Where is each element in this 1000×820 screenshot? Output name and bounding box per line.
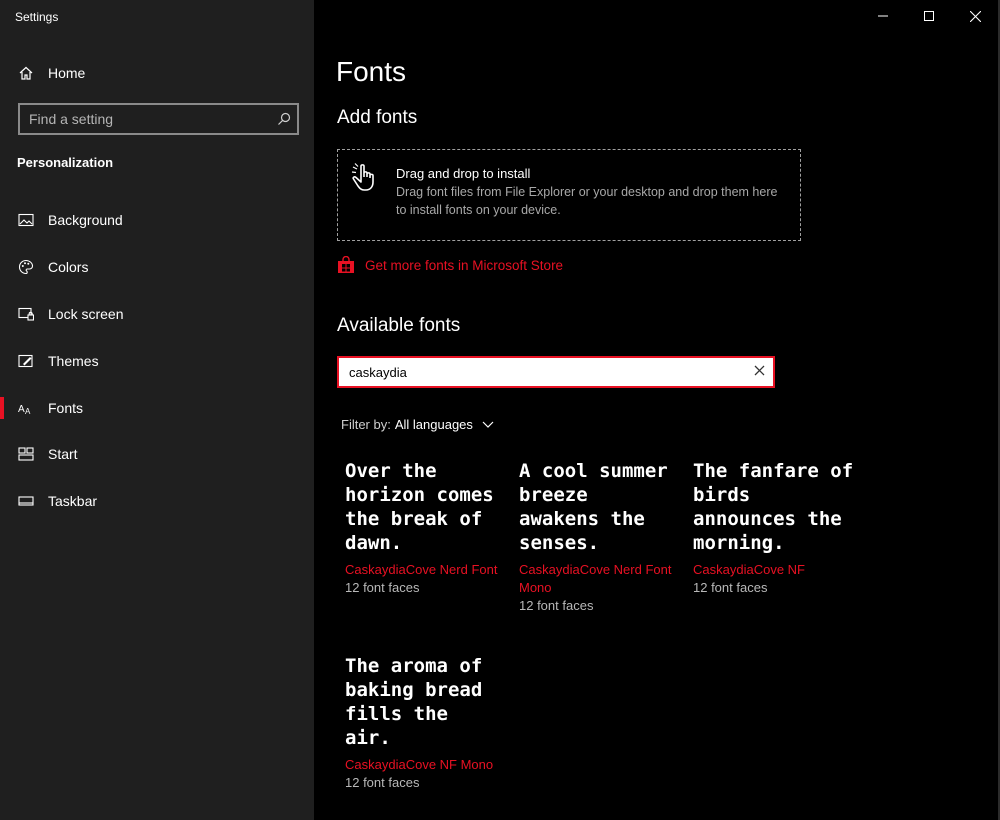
sidebar-item-label: Background: [48, 212, 123, 228]
taskbar-icon: [18, 496, 34, 506]
close-icon: [969, 10, 981, 22]
sidebar-item-start[interactable]: Start: [0, 434, 314, 474]
store-link[interactable]: Get more fonts in Microsoft Store: [337, 256, 563, 274]
sidebar-item-label: Start: [48, 446, 78, 462]
page-title: Fonts: [336, 56, 407, 87]
hand-pointer-icon: [351, 163, 374, 191]
settings-search-box[interactable]: [18, 103, 299, 135]
sidebar-item-background[interactable]: Background: [0, 200, 314, 240]
available-fonts-heading: Available fonts: [337, 315, 461, 336]
font-preview: The aroma of baking bread fills the air.: [345, 655, 483, 749]
start-icon: [18, 447, 34, 461]
filter-value: All languages: [394, 417, 473, 432]
minimize-button[interactable]: [860, 0, 906, 32]
sidebar-item-label: Lock screen: [48, 306, 124, 322]
font-card[interactable]: The aroma of baking bread fills the air.…: [345, 654, 505, 792]
font-faces: 12 font faces: [345, 580, 420, 595]
sidebar-item-taskbar[interactable]: Taskbar: [0, 481, 314, 521]
home-icon: [19, 66, 33, 80]
store-link-label: Get more fonts in Microsoft Store: [365, 257, 564, 273]
font-card[interactable]: A cool summer breeze awakens the senses.…: [519, 459, 679, 615]
clear-icon[interactable]: [754, 365, 765, 376]
font-preview: The fanfare of birds announces the morni…: [693, 460, 854, 554]
themes-icon: [18, 354, 33, 368]
lock-screen-icon: [18, 307, 34, 321]
home-nav-item[interactable]: Home: [18, 63, 85, 83]
filter-label: Filter by:: [341, 417, 391, 432]
close-button[interactable]: [952, 0, 998, 32]
font-search-input[interactable]: [349, 358, 739, 386]
font-faces: 12 font faces: [345, 775, 420, 790]
font-faces: 12 font faces: [519, 598, 594, 613]
window-title: Settings: [15, 10, 59, 24]
home-label: Home: [48, 65, 86, 81]
maximize-icon: [924, 11, 934, 21]
add-fonts-heading: Add fonts: [337, 107, 418, 128]
search-icon[interactable]: [277, 112, 291, 126]
sidebar-item-label: Colors: [48, 259, 89, 275]
sidebar-item-fonts[interactable]: A A Fonts: [0, 388, 314, 428]
language-filter[interactable]: Filter by: All languages: [341, 417, 494, 432]
palette-icon: [18, 259, 34, 275]
font-search-box[interactable]: [337, 356, 775, 388]
font-name: CaskaydiaCove Nerd Font: [345, 562, 498, 577]
settings-search-input[interactable]: [20, 105, 274, 133]
font-name: CaskaydiaCove NF Mono: [345, 757, 494, 772]
drop-description: Drag font files from File Explorer or yo…: [396, 185, 778, 217]
sidebar-item-label: Themes: [48, 353, 99, 369]
maximize-button[interactable]: [906, 0, 952, 32]
font-name: CaskaydiaCove Nerd Font Mono: [519, 562, 672, 595]
sidebar-item-label: Fonts: [48, 400, 84, 416]
minimize-icon: [878, 15, 888, 17]
svg-text:A: A: [25, 407, 31, 416]
section-label: Personalization: [17, 155, 114, 170]
fonts-icon: A A: [18, 404, 31, 416]
font-name: CaskaydiaCove NF: [693, 562, 805, 577]
sidebar-item-themes[interactable]: Themes: [0, 341, 314, 381]
font-card[interactable]: The fanfare of birds announces the morni…: [693, 459, 863, 597]
font-preview: Over the horizon comes the break of dawn…: [345, 460, 494, 554]
store-icon: [338, 256, 354, 273]
font-faces: 12 font faces: [693, 580, 768, 595]
font-card[interactable]: Over the horizon comes the break of dawn…: [345, 459, 505, 597]
window-controls: [860, 0, 998, 32]
drop-title: Drag and drop to install: [396, 166, 531, 181]
sidebar-item-lock-screen[interactable]: Lock screen: [0, 294, 314, 334]
active-indicator: [0, 397, 4, 419]
font-preview: A cool summer breeze awakens the senses.: [519, 460, 668, 554]
sidebar: Settings Home Personalization Background…: [0, 0, 314, 820]
svg-text:A: A: [18, 404, 25, 415]
image-icon: [18, 213, 34, 227]
font-drop-zone[interactable]: Drag and drop to install Drag font files…: [337, 149, 801, 241]
sidebar-item-colors[interactable]: Colors: [0, 247, 314, 287]
sidebar-item-label: Taskbar: [48, 493, 98, 509]
chevron-down-icon: [482, 421, 494, 428]
